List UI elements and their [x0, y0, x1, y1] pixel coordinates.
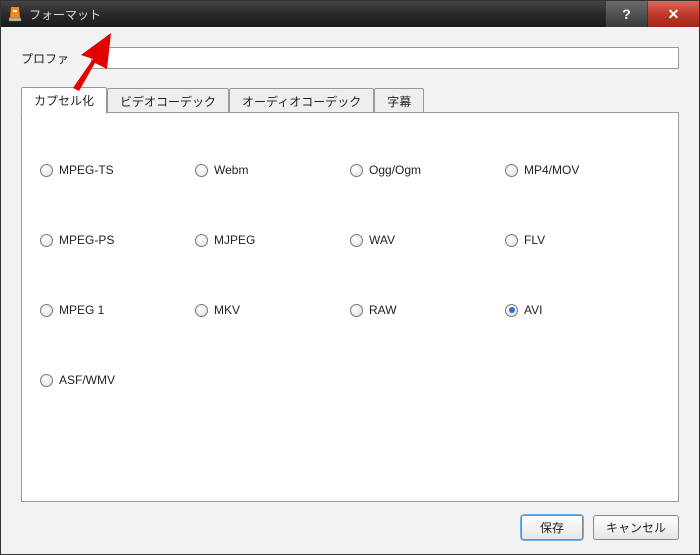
format-option[interactable]: FLV [505, 233, 660, 247]
format-label: WAV [369, 233, 395, 247]
window-buttons: ? ✕ [605, 1, 699, 27]
radio-icon [40, 234, 53, 247]
format-label: MPEG-PS [59, 233, 114, 247]
format-option[interactable]: MPEG-PS [40, 233, 195, 247]
radio-icon [195, 234, 208, 247]
format-option[interactable]: ASF/WMV [40, 373, 195, 387]
format-label: AVI [524, 303, 542, 317]
format-option[interactable]: MKV [195, 303, 350, 317]
radio-icon [40, 164, 53, 177]
tab-2[interactable]: オーディオコーデック [229, 88, 374, 114]
profile-row: プロファ [21, 47, 679, 69]
format-label: MPEG-TS [59, 163, 114, 177]
format-option[interactable]: MP4/MOV [505, 163, 660, 177]
radio-icon [350, 234, 363, 247]
help-button[interactable]: ? [605, 1, 647, 27]
format-label: FLV [524, 233, 545, 247]
radio-icon [350, 164, 363, 177]
profile-input[interactable] [91, 47, 679, 69]
tab-0[interactable]: カプセル化 [21, 87, 107, 114]
format-option[interactable]: MPEG-TS [40, 163, 195, 177]
dialog-window: フォーマット ? ✕ プロファ カプセル化ビデオコーデックオーディオコーデック字… [0, 0, 700, 555]
tab-1[interactable]: ビデオコーデック [107, 88, 229, 114]
window-title: フォーマット [29, 6, 605, 23]
format-option[interactable]: RAW [350, 303, 505, 317]
tabs: カプセル化ビデオコーデックオーディオコーデック字幕 [21, 89, 679, 113]
format-label: MP4/MOV [524, 163, 579, 177]
format-label: MKV [214, 303, 240, 317]
dialog-buttons: 保存 キャンセル [521, 515, 679, 540]
radio-icon [505, 234, 518, 247]
cancel-button[interactable]: キャンセル [593, 515, 679, 540]
profile-label: プロファ [21, 50, 91, 67]
close-button[interactable]: ✕ [647, 1, 699, 27]
format-radio-group: MPEG-TS Webm Ogg/Ogm MP4/MOV MPEG-PS MJPEG WAV… [40, 163, 660, 387]
format-label: MJPEG [214, 233, 255, 247]
format-option[interactable]: MPEG 1 [40, 303, 195, 317]
format-label: RAW [369, 303, 397, 317]
tab-panel-encapsulation: MPEG-TS Webm Ogg/Ogm MP4/MOV MPEG-PS MJPEG WAV… [21, 112, 679, 502]
radio-icon [195, 164, 208, 177]
format-label: Ogg/Ogm [369, 163, 421, 177]
radio-icon [505, 164, 518, 177]
tab-3[interactable]: 字幕 [374, 88, 424, 114]
radio-icon [505, 304, 518, 317]
format-option[interactable]: WAV [350, 233, 505, 247]
format-option[interactable]: Webm [195, 163, 350, 177]
radio-icon [350, 304, 363, 317]
format-label: Webm [214, 163, 248, 177]
format-label: ASF/WMV [59, 373, 115, 387]
format-option[interactable]: MJPEG [195, 233, 350, 247]
app-icon [7, 6, 23, 22]
format-option[interactable]: Ogg/Ogm [350, 163, 505, 177]
client-area: プロファ カプセル化ビデオコーデックオーディオコーデック字幕 MPEG-TS We… [1, 27, 699, 554]
save-button[interactable]: 保存 [521, 515, 583, 540]
radio-icon [40, 374, 53, 387]
format-option[interactable]: AVI [505, 303, 660, 317]
format-label: MPEG 1 [59, 303, 104, 317]
titlebar: フォーマット ? ✕ [1, 1, 699, 27]
radio-icon [195, 304, 208, 317]
radio-icon [40, 304, 53, 317]
